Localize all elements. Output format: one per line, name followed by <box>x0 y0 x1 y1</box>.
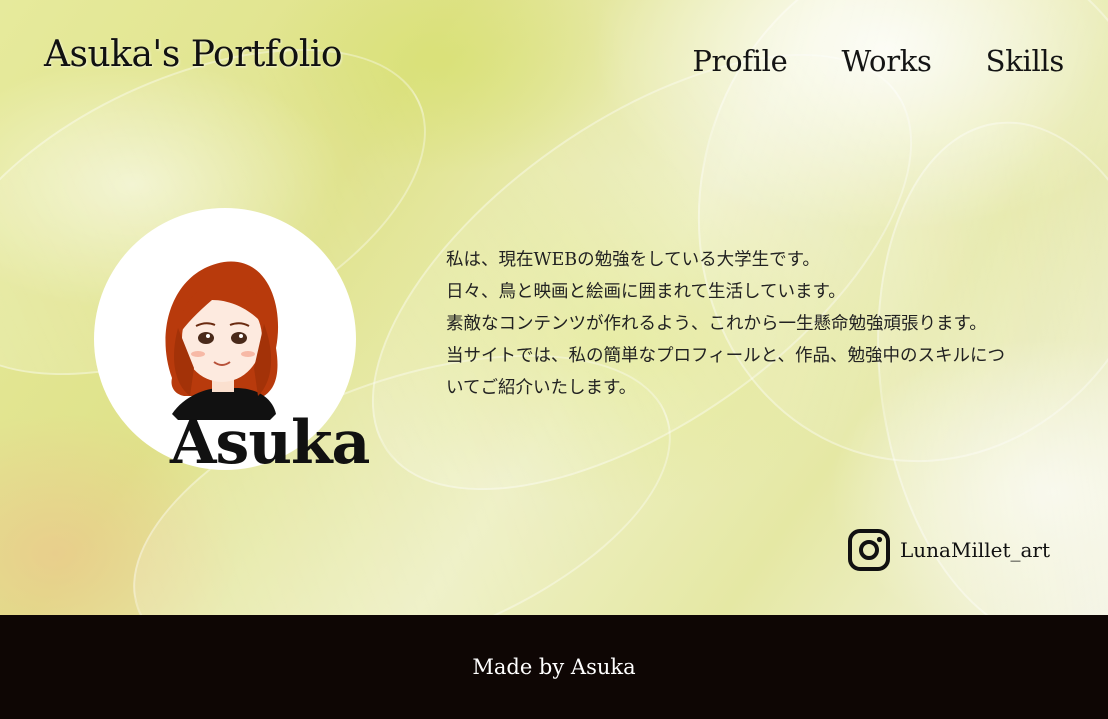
main-nav: Profile Works Skills <box>692 44 1064 78</box>
site-title[interactable]: Asuka's Portfolio <box>44 34 343 75</box>
intro-line: 当サイトでは、私の簡単なプロフィールと、作品、勉強中のスキルについてご紹介いたし… <box>446 346 1005 398</box>
hero-section: Asuka's Portfolio Profile Works Skills A… <box>0 0 1108 615</box>
nav-link-works[interactable]: Works <box>842 44 932 78</box>
intro-text: 私は、現在WEBの勉強をしている大学生です。 日々、鳥と映画と絵画に囲まれて生活… <box>446 244 1018 404</box>
nav-link-profile[interactable]: Profile <box>692 44 787 78</box>
footer-credit: Made by Asuka <box>472 655 636 679</box>
instagram-link[interactable]: LunaMillet_art <box>848 529 1050 571</box>
intro-line: 私は、現在WEBの勉強をしている大学生です。 <box>446 250 820 270</box>
nav-link-skills[interactable]: Skills <box>986 44 1065 78</box>
profile-name: Asuka <box>170 408 370 478</box>
intro-line: 日々、鳥と映画と絵画に囲まれて生活しています。 <box>446 282 846 302</box>
footer: Made by Asuka <box>0 615 1108 719</box>
intro-line: 素敵なコンテンツが作れるよう、これから一生懸命勉強頑張ります。 <box>446 314 987 334</box>
instagram-icon <box>848 529 890 571</box>
instagram-handle[interactable]: LunaMillet_art <box>900 538 1050 562</box>
